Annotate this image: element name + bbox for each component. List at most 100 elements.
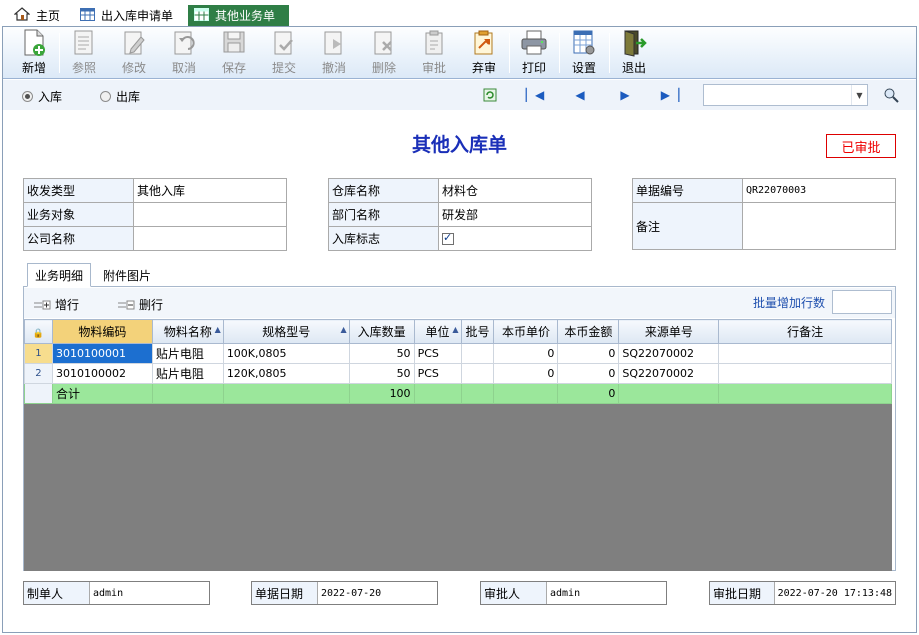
maker-field[interactable]: admin (90, 582, 209, 604)
submit-button[interactable]: 提交 (260, 29, 308, 77)
col-header-amount[interactable]: 本币金额 (557, 319, 620, 344)
next-record-button[interactable]: ▶ (616, 86, 634, 104)
exit-door-icon (624, 30, 647, 57)
cell-qty[interactable]: 50 (348, 363, 415, 384)
toolbar-separator (509, 33, 510, 73)
reference-button[interactable]: 参照 (60, 29, 108, 77)
clipboard-icon (425, 30, 443, 55)
col-header-spec[interactable]: 规格型号 ▲ (222, 319, 350, 344)
cell-spec[interactable]: 120K,0805 (222, 363, 350, 384)
status-badge: 已审批 (826, 134, 896, 158)
cell-code[interactable]: 3010100002 (51, 363, 153, 384)
total-cell (718, 383, 892, 404)
settings-button[interactable]: 设置 (560, 29, 608, 77)
target-field[interactable] (133, 202, 287, 227)
add-row-icon (34, 300, 51, 309)
revoke-button[interactable]: 撤消 (310, 29, 358, 77)
radio-outbound[interactable]: 出库 (100, 88, 140, 105)
search-button[interactable] (882, 86, 900, 104)
cell-code[interactable]: 3010100001 (51, 343, 153, 364)
row-lock-header[interactable]: 🔒 (24, 319, 53, 344)
inflag-label: 入库标志 (328, 226, 439, 251)
col-header-name[interactable]: 物料名称 ▲ (151, 319, 224, 344)
cell-amount[interactable]: 0 (557, 343, 620, 364)
cell-price[interactable]: 0 (493, 343, 559, 364)
dept-label: 部门名称 (328, 202, 439, 227)
docno-field[interactable]: QR22070003 (742, 178, 896, 203)
remark-field[interactable] (742, 202, 896, 250)
cell-unit[interactable]: PCS (413, 363, 462, 384)
chevron-down-icon[interactable]: ▼ (851, 85, 867, 105)
col-header-source[interactable]: 来源单号 (618, 319, 720, 344)
cell-qty[interactable]: 50 (348, 343, 415, 364)
floppy-disk-icon (223, 31, 245, 53)
detail-table: 🔒 物料编码 物料名称 ▲ 规格型号 ▲ 入库数量 单位 ▲ 批号 本币单价 本币金额… (24, 319, 892, 404)
add-button[interactable]: 新增 (10, 29, 58, 77)
main-toolbar: 新增 参照 修改 取消 保存 提交 撤消 删除 审批 弃审 打印 设置 退出 (3, 27, 916, 79)
cell-batch[interactable] (460, 363, 495, 384)
tab-other-business[interactable]: 其他业务单 (188, 5, 289, 26)
col-header-batch[interactable]: 批号 (460, 319, 495, 344)
toolbar-separator (59, 33, 60, 73)
cell-source[interactable]: SQ22070002 (618, 343, 720, 364)
delete-row-button[interactable]: 删行 (117, 296, 163, 313)
warehouse-field[interactable]: 材料仓 (438, 178, 592, 203)
inflag-checkbox[interactable] (442, 231, 454, 245)
unapprove-button[interactable]: 弃审 (460, 29, 508, 77)
batch-rows-input[interactable] (832, 290, 892, 314)
remark-label: 备注 (632, 202, 743, 250)
cell-source[interactable]: SQ22070002 (618, 363, 720, 384)
print-button[interactable]: 打印 (510, 29, 558, 77)
cell-price[interactable]: 0 (493, 363, 559, 384)
total-cell (493, 383, 559, 404)
cell-spec[interactable]: 100K,0805 (222, 343, 350, 364)
cell-note[interactable] (718, 363, 892, 384)
table-row[interactable]: 2 3010100002 贴片电阻 120K,0805 50 PCS 0 0 S… (24, 363, 892, 384)
prev-record-button[interactable]: ◀ (571, 86, 589, 104)
date-field[interactable]: 2022-07-20 (318, 582, 437, 604)
company-field[interactable] (133, 226, 287, 251)
delete-row-icon (118, 300, 135, 309)
type-field[interactable]: 其他入库 (133, 178, 287, 203)
delete-button[interactable]: 删除 (360, 29, 408, 77)
dept-field[interactable]: 研发部 (438, 202, 592, 227)
cell-amount[interactable]: 0 (557, 363, 620, 384)
edit-button[interactable]: 修改 (110, 29, 158, 77)
date-label: 单据日期 (252, 582, 318, 604)
row-number[interactable]: 1 (24, 343, 53, 364)
cell-name[interactable]: 贴片电阻 (151, 363, 224, 384)
col-header-code[interactable]: 物料编码 (51, 319, 153, 344)
tab-inout-request[interactable]: 出入库申请单 (74, 5, 179, 26)
tab-attachments[interactable]: 附件图片 (96, 263, 158, 287)
add-row-button[interactable]: 增行 (33, 296, 79, 313)
radio-inbound[interactable]: 入库 (22, 88, 62, 105)
cell-unit[interactable]: PCS (413, 343, 462, 364)
approve-date-field[interactable]: 2022-07-20 17:13:48 (774, 582, 895, 604)
tab-home[interactable]: 主页 (8, 5, 66, 26)
approver-field[interactable]: admin (547, 582, 666, 604)
tab-detail[interactable]: 业务明细 (27, 263, 92, 287)
save-button[interactable]: 保存 (210, 29, 258, 77)
total-qty: 100 (348, 383, 415, 404)
record-search-combo[interactable]: ▼ (703, 84, 868, 106)
last-record-button[interactable]: ▶▕ (661, 86, 679, 104)
exit-button[interactable]: 退出 (610, 29, 658, 77)
docno-label: 单据编号 (632, 178, 743, 203)
table-row[interactable]: 1 3010100001 贴片电阻 100K,0805 50 PCS 0 0 S… (24, 343, 892, 364)
col-header-qty[interactable]: 入库数量 (348, 319, 415, 344)
inflag-field[interactable] (438, 226, 592, 251)
approve-button[interactable]: 审批 (410, 29, 458, 77)
cell-batch[interactable] (460, 343, 495, 364)
row-number[interactable]: 2 (24, 363, 53, 384)
footer-approve-date: 审批日期 2022-07-20 17:13:48 (709, 581, 896, 605)
col-header-note[interactable]: 行备注 (718, 319, 892, 344)
col-header-price[interactable]: 本币单价 (493, 319, 559, 344)
prev-icon: ◀ (575, 88, 585, 102)
cell-note[interactable] (718, 343, 892, 364)
cancel-button[interactable]: 取消 (160, 29, 208, 77)
document-tab-bar: 主页 出入库申请单 其他业务单 (0, 0, 919, 27)
first-record-button[interactable]: ▏◀ (526, 86, 544, 104)
cell-name[interactable]: 贴片电阻 (151, 343, 224, 364)
refresh-button[interactable] (481, 86, 499, 104)
col-header-unit[interactable]: 单位 ▲ (413, 319, 462, 344)
